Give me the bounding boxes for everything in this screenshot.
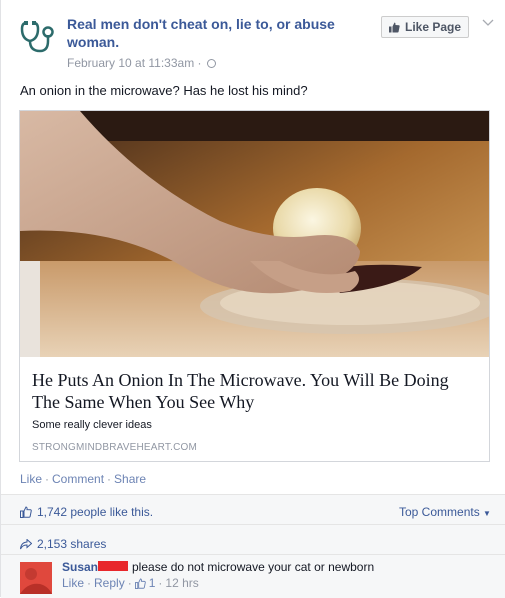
facebook-post: Real men don't cheat on, lie to, or abus… (0, 0, 505, 598)
like-page-button[interactable]: Like Page (381, 16, 469, 38)
thumbs-up-outline-icon (20, 506, 32, 518)
link-preview-image[interactable] (20, 111, 489, 357)
post-text: An onion in the microwave? Has he lost h… (20, 83, 308, 98)
chevron-down-icon[interactable] (481, 16, 495, 30)
comment-like-link[interactable]: Like (62, 576, 84, 590)
share-count[interactable]: 2,153 shares (20, 537, 106, 551)
post-timestamp[interactable]: February 10 at 11:33am (67, 56, 194, 70)
post-actions: Like · Comment · Share (20, 472, 147, 486)
comment-like-count[interactable]: 1 (149, 576, 156, 590)
globe-icon (206, 59, 216, 68)
link-domain: STRONGMINDBRAVEHEART.COM (32, 442, 198, 453)
comment-text: please do not microwave your cat or newb… (132, 560, 375, 574)
page-name-link[interactable]: Real men don't cheat on, lie to, or abus… (67, 15, 357, 51)
likes-text[interactable]: 1,742 people like this. (37, 505, 153, 519)
comment-time: 12 hrs (165, 576, 199, 590)
page-avatar-stethoscope-icon[interactable] (18, 17, 58, 57)
shares-row: 2,153 shares (1, 525, 505, 555)
top-comments-dropdown[interactable]: Top Comments ▼ (399, 505, 491, 519)
thumbs-up-icon (388, 22, 400, 32)
thumbs-up-outline-icon (134, 577, 146, 589)
redaction-bar (98, 561, 128, 571)
link-description: Some really clever ideas (32, 419, 152, 431)
link-card[interactable]: He Puts An Onion In The Microwave. You W… (19, 110, 490, 462)
share-arrow-icon (20, 538, 32, 549)
comment-author[interactable]: Susan (62, 560, 98, 574)
like-count[interactable]: 1,742 people like this. (20, 505, 153, 519)
commenter-avatar[interactable] (20, 562, 52, 594)
caret-down-icon: ▼ (483, 509, 491, 518)
comment-link[interactable]: Comment (52, 472, 104, 486)
likes-row: 1,742 people like this. Top Comments ▼ (1, 495, 505, 525)
comment: Susan please do not microwave your cat o… (1, 555, 505, 598)
top-comments-label: Top Comments (399, 505, 480, 519)
like-page-label: Like Page (404, 20, 462, 34)
share-link[interactable]: Share (114, 472, 146, 486)
feedback-section: 1,742 people like this. Top Comments ▼ 2… (1, 494, 505, 598)
shares-text: 2,153 shares (37, 537, 107, 551)
link-title[interactable]: He Puts An Onion In The Microwave. You W… (32, 369, 472, 413)
comment-reply-link[interactable]: Reply (94, 576, 125, 590)
post-meta: February 10 at 11:33am · (67, 56, 216, 70)
comment-meta: Like · Reply · 1 · 12 hrs (62, 576, 199, 590)
like-link[interactable]: Like (20, 472, 42, 486)
